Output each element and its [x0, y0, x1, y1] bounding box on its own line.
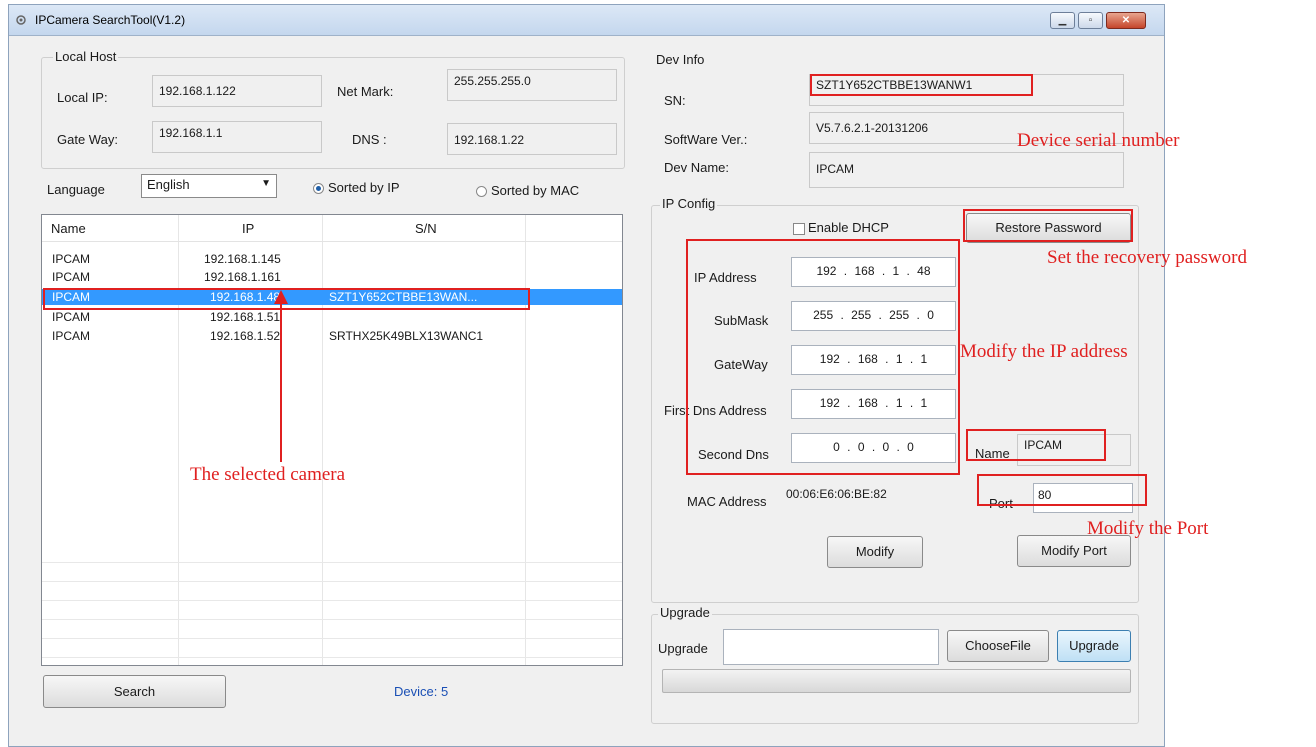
- annotation-serial: Device serial number: [1017, 130, 1180, 151]
- maximize-icon: ▫: [1088, 15, 1093, 26]
- port-highlight-box: [977, 474, 1147, 506]
- device-count: Device: 5: [394, 684, 449, 699]
- annotation-selected: The selected camera: [190, 464, 346, 485]
- software-label: SoftWare Ver.:: [664, 132, 748, 147]
- table-row[interactable]: IPCAM 192.168.1.161: [42, 269, 622, 285]
- annotation-modify-port: Modify the Port: [1087, 518, 1209, 539]
- device-list[interactable]: Name IP S/N IPCAM 192.168.1.145 IPCAM 19…: [41, 214, 623, 666]
- annotation-recovery: Set the recovery password: [1047, 247, 1247, 268]
- sn-label: SN:: [664, 93, 686, 108]
- local-host-legend: Local Host: [53, 49, 119, 64]
- arrow-up-icon: [274, 290, 288, 462]
- name-highlight-box: [966, 429, 1106, 461]
- close-button[interactable]: ✕: [1106, 12, 1146, 29]
- row-sn: SRTHX25K49BLX13WANC1: [329, 329, 484, 343]
- mac-address-field: 00:06:E6:06:BE:82: [780, 483, 920, 517]
- choose-file-button[interactable]: ChooseFile: [947, 630, 1049, 662]
- app-window: IPCamera SearchTool(V1.2) ▁ ▫ ✕ Local Ho…: [8, 4, 1165, 747]
- row-ip: 192.168.1.145: [204, 252, 281, 266]
- maximize-button[interactable]: ▫: [1078, 12, 1103, 29]
- modify-button[interactable]: Modify: [827, 536, 923, 568]
- column-header-sn[interactable]: S/N: [415, 221, 437, 236]
- restore-highlight-box: [963, 209, 1133, 242]
- local-ip-field: 192.168.1.122: [152, 75, 322, 107]
- language-select[interactable]: English ▼: [141, 174, 277, 198]
- sort-by-mac-radio[interactable]: [476, 186, 487, 197]
- search-button[interactable]: Search: [43, 675, 226, 708]
- table-row[interactable]: IPCAM 192.168.1.145: [42, 251, 622, 267]
- upgrade-file-input[interactable]: [723, 629, 939, 665]
- sort-by-ip-label[interactable]: Sorted by IP: [328, 180, 400, 195]
- row-name: IPCAM: [52, 310, 91, 324]
- language-label: Language: [47, 182, 105, 197]
- row-ip: 192.168.1.161: [204, 270, 281, 284]
- devname-field: IPCAM: [809, 152, 1124, 188]
- upgrade-label: Upgrade: [658, 641, 708, 656]
- table-row[interactable]: IPCAM 192.168.1.51: [42, 309, 622, 325]
- dev-info-legend: Dev Info: [654, 52, 707, 67]
- table-row[interactable]: IPCAM 192.168.1.52 SRTHX25K49BLX13WANC1: [42, 328, 622, 344]
- serial-highlight-box: [810, 74, 1033, 96]
- upgrade-progress-bar: [662, 669, 1131, 693]
- gateway-label: Gate Way:: [57, 132, 118, 147]
- column-header-ip[interactable]: IP: [242, 221, 254, 236]
- upgrade-button[interactable]: Upgrade: [1057, 630, 1131, 662]
- local-ip-label: Local IP:: [57, 90, 108, 105]
- chevron-down-icon: ▼: [261, 178, 271, 189]
- enable-dhcp-checkbox[interactable]: [793, 223, 805, 235]
- enable-dhcp-label[interactable]: Enable DHCP: [808, 220, 889, 235]
- window-title: IPCamera SearchTool(V1.2): [35, 13, 186, 27]
- devname-label: Dev Name:: [664, 160, 730, 175]
- annotation-modify-ip: Modify the IP address: [960, 341, 1128, 362]
- column-header-name[interactable]: Name: [51, 221, 86, 236]
- ip-config-legend: IP Config: [660, 196, 718, 211]
- sort-by-ip-radio[interactable]: [313, 183, 324, 194]
- ip-highlight-box: [686, 239, 960, 475]
- device-list-header: Name IP S/N: [42, 215, 622, 242]
- mac-address-label: MAC Address: [687, 494, 767, 509]
- dns-field: 192.168.1.22: [447, 123, 617, 155]
- net-mask-field: 255.255.255.0: [447, 69, 617, 101]
- minimize-icon: ▁: [1058, 15, 1067, 26]
- minimize-button[interactable]: ▁: [1050, 12, 1075, 29]
- gateway-field: 192.168.1.1: [152, 121, 322, 153]
- row-name: IPCAM: [52, 252, 91, 266]
- camera-app-icon: [16, 15, 26, 25]
- net-mask-label: Net Mark:: [337, 84, 394, 99]
- title-bar: IPCamera SearchTool(V1.2) ▁ ▫ ✕: [9, 5, 1164, 36]
- upgrade-legend: Upgrade: [658, 605, 712, 620]
- close-icon: ✕: [1121, 15, 1131, 26]
- row-name: IPCAM: [52, 270, 91, 284]
- row-name: IPCAM: [52, 329, 91, 343]
- language-value: English: [147, 177, 190, 192]
- dns-label: DNS :: [352, 132, 387, 147]
- sort-by-mac-label[interactable]: Sorted by MAC: [491, 183, 579, 198]
